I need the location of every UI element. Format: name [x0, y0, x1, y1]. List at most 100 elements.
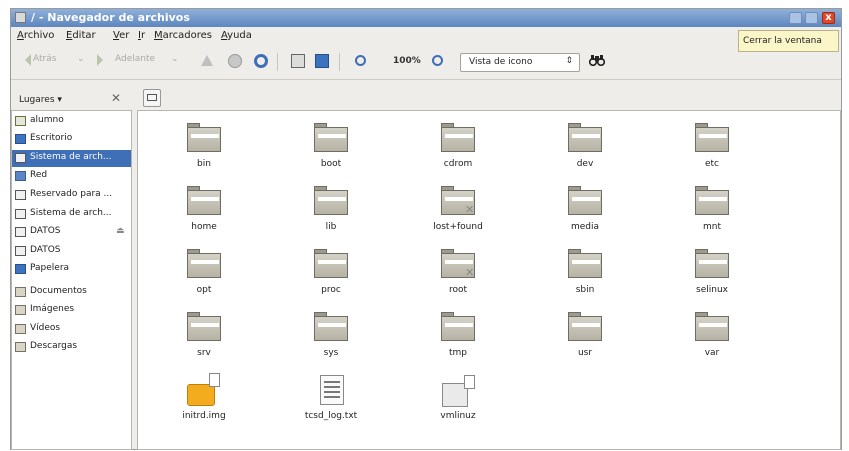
computer-icon[interactable] — [291, 54, 305, 68]
folder-icon — [441, 312, 475, 341]
folder-icon — [15, 342, 26, 352]
drive-icon — [147, 94, 157, 101]
zoom-in-icon[interactable] — [432, 55, 443, 66]
close-sidebar-icon[interactable]: ✕ — [111, 91, 121, 105]
file-item[interactable]: selinux — [662, 247, 762, 305]
menu-bar: Archivo Editar Ver Ir Marcadores Ayuda — [11, 28, 841, 44]
file-item[interactable]: etc — [662, 121, 762, 179]
places-dropdown[interactable]: Lugares ▾ — [19, 95, 62, 105]
minimize-button[interactable] — [789, 12, 802, 24]
file-item[interactable]: dev — [535, 121, 635, 179]
sidebar-item-documentos[interactable]: Documentos — [12, 284, 131, 301]
file-item[interactable]: bin — [154, 121, 254, 179]
places-header-label: Lugares — [19, 95, 55, 105]
file-name: opt — [196, 285, 212, 295]
menu-editar[interactable]: Editar — [66, 30, 96, 41]
stop-icon[interactable] — [228, 54, 242, 68]
file-item[interactable]: boot — [281, 121, 381, 179]
file-icon-view[interactable]: bin boot cdrom dev etc home lib ✕ lost+found medi… — [137, 110, 841, 450]
file-item[interactable]: cdrom — [408, 121, 508, 179]
sidebar-item-descargas[interactable]: Descargas — [12, 339, 131, 356]
file-name: initrd.img — [182, 411, 226, 421]
forward-history-icon[interactable]: ⌄ — [171, 54, 179, 64]
sidebar-item-reservado[interactable]: Reservado para ... — [12, 187, 131, 204]
file-name: var — [704, 348, 720, 358]
file-item[interactable]: usr — [535, 310, 635, 368]
zoom-level[interactable]: 100% — [393, 56, 421, 66]
sidebar-item-red[interactable]: Red — [12, 168, 131, 185]
sidebar-item-papelera[interactable]: Papelera — [12, 261, 131, 278]
title-bar[interactable]: / - Navegador de archivos x — [11, 9, 841, 27]
file-manager-window: / - Navegador de archivos x Archivo Edit… — [10, 8, 842, 450]
view-mode-select[interactable]: Vista de icono ⇕ — [460, 53, 580, 72]
sidebar-item-datos-2[interactable]: DATOS — [12, 243, 131, 260]
maximize-button[interactable] — [805, 12, 818, 24]
zoom-out-icon[interactable] — [355, 55, 366, 66]
sidebar-item-alumno[interactable]: alumno — [12, 113, 131, 130]
back-button[interactable]: Atrás — [33, 54, 56, 64]
text-file-icon — [320, 375, 344, 405]
up-arrow-icon[interactable] — [201, 55, 213, 66]
sidebar-item-label: Reservado para ... — [30, 189, 113, 199]
file-name: sbin — [575, 285, 595, 295]
reload-icon[interactable] — [254, 54, 268, 68]
file-name: sys — [323, 348, 339, 358]
window-menu-icon[interactable] — [15, 12, 26, 23]
file-item[interactable]: mnt — [662, 184, 762, 242]
drive-icon — [15, 190, 26, 200]
file-item[interactable]: tcsd_log.txt — [281, 373, 381, 431]
folder-icon — [314, 186, 348, 215]
sidebar-item-label: Documentos — [30, 286, 87, 296]
close-button[interactable]: x — [822, 12, 835, 24]
locked-emblem-icon: ✕ — [465, 203, 475, 216]
toolbar-separator — [277, 53, 278, 71]
file-item[interactable]: sbin — [535, 247, 635, 305]
folder-icon — [695, 249, 729, 278]
package-file-icon — [187, 373, 221, 407]
sidebar-item-datos[interactable]: DATOS ⏏ — [12, 224, 131, 241]
file-item[interactable]: sys — [281, 310, 381, 368]
sidebar-item-label: Descargas — [30, 341, 78, 351]
home-folder-icon — [15, 116, 26, 126]
menu-ir[interactable]: Ir — [138, 30, 145, 41]
sidebar-item-label: Papelera — [30, 263, 70, 273]
file-name: root — [448, 285, 468, 295]
file-item[interactable]: var — [662, 310, 762, 368]
close-tooltip: Cerrar la ventana — [738, 30, 839, 52]
search-binoculars-icon[interactable] — [588, 54, 606, 67]
file-item[interactable]: opt — [154, 247, 254, 305]
sidebar-item-videos[interactable]: Vídeos — [12, 321, 131, 338]
forward-arrow-icon — [97, 54, 109, 66]
sidebar-item-escritorio[interactable]: Escritorio — [12, 131, 131, 148]
forward-button[interactable]: Adelante — [115, 54, 155, 64]
sidebar-item-imagenes[interactable]: Imágenes — [12, 302, 131, 319]
file-item[interactable]: ✕ lost+found — [408, 184, 508, 242]
file-item[interactable]: home — [154, 184, 254, 242]
eject-icon[interactable]: ⏏ — [116, 226, 125, 236]
file-name: proc — [321, 285, 341, 295]
folder-icon — [568, 186, 602, 215]
file-item[interactable]: lib — [281, 184, 381, 242]
file-item[interactable]: tmp — [408, 310, 508, 368]
menu-archivo[interactable]: Archivo — [17, 30, 54, 41]
window-title: / - Navegador de archivos — [31, 11, 190, 24]
menu-marcadores[interactable]: Marcadores — [154, 30, 212, 41]
file-item[interactable]: media — [535, 184, 635, 242]
file-item[interactable]: proc — [281, 247, 381, 305]
sidebar-item-sistema-de-archivos[interactable]: Sistema de arch... — [12, 150, 131, 167]
toggle-location-button[interactable] — [143, 89, 161, 107]
file-name: mnt — [703, 222, 721, 232]
file-item[interactable]: initrd.img — [154, 373, 254, 431]
file-name: selinux — [696, 285, 728, 295]
file-item[interactable]: ✕ root — [408, 247, 508, 305]
desktop-screen-icon[interactable] — [315, 54, 329, 68]
menu-ayuda[interactable]: Ayuda — [221, 30, 252, 41]
folder-icon — [695, 186, 729, 215]
menu-ver[interactable]: Ver — [113, 30, 129, 41]
folder-icon: ✕ — [441, 249, 475, 279]
sidebar-item-sistema-de-archivos-2[interactable]: Sistema de arch... — [12, 206, 131, 223]
drive-icon — [15, 153, 26, 163]
file-item[interactable]: vmlinuz — [408, 373, 508, 431]
back-history-icon[interactable]: ⌄ — [77, 54, 85, 64]
file-item[interactable]: srv — [154, 310, 254, 368]
